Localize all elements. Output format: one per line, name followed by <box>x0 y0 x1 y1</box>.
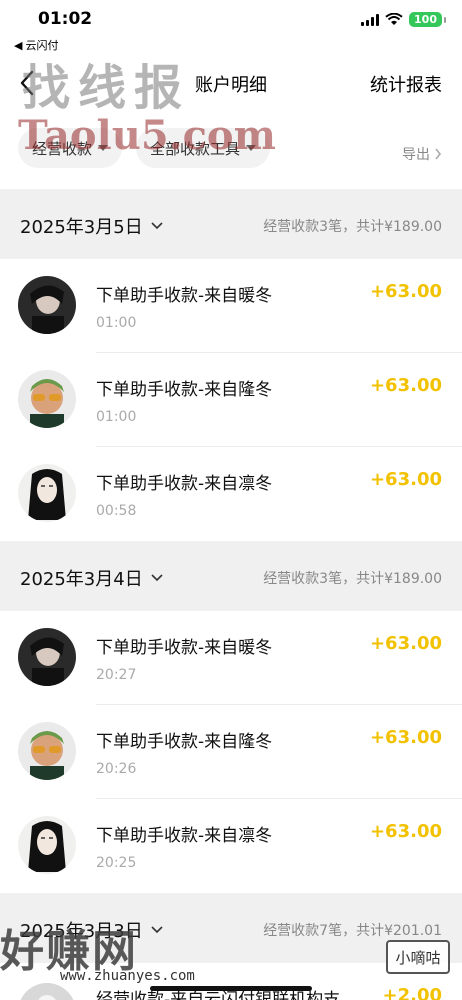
day-header[interactable]: 2025年3月5日 经营收款3笔，共计¥189.00 <box>0 189 462 259</box>
export-button[interactable]: 导出 <box>402 144 442 164</box>
row-amount: +63.00 <box>369 727 442 748</box>
chevron-down-icon <box>151 574 163 582</box>
row-title: 下单助手收款-来自凛冬 <box>96 826 273 846</box>
row-time: 20:26 <box>96 761 137 777</box>
row-title: 下单助手收款-来自暖冬 <box>96 638 273 658</box>
filter-row: 经营收款 全部收款工具 导出 <box>0 120 462 186</box>
row-amount: +63.00 <box>369 821 442 842</box>
row-amount: +63.00 <box>369 633 442 654</box>
avatar <box>18 370 76 428</box>
battery-icon: 100 <box>409 12 446 27</box>
row-title: 下单助手收款-来自隆冬 <box>96 380 273 400</box>
row-time: 01:00 <box>96 315 137 331</box>
list-item[interactable]: 下单助手收款-来自凛冬 00:58 +63.00 <box>0 447 462 541</box>
status-time: 01:02 <box>38 9 93 29</box>
chevron-right-icon <box>435 148 442 160</box>
type-filter-label: 经营收款 <box>32 139 93 158</box>
chevron-down-icon <box>151 222 163 230</box>
back-app-label: 云闪付 <box>25 39 59 52</box>
signal-icon <box>361 13 380 26</box>
row-amount: +2.00 <box>382 985 443 1000</box>
avatar <box>18 464 76 522</box>
wifi-icon <box>385 13 403 25</box>
row-time: 00:58 <box>96 503 137 519</box>
tool-filter-dropdown[interactable]: 全部收款工具 <box>136 128 271 168</box>
row-title: 下单助手收款-来自暖冬 <box>96 286 273 306</box>
nav-bar: 账户明细 统计报表 <box>0 56 462 108</box>
row-time: 20:27 <box>96 667 137 683</box>
avatar <box>18 722 76 780</box>
row-amount: +63.00 <box>369 469 442 490</box>
day-summary: 经营收款7笔，共计¥201.01 <box>263 923 442 939</box>
home-indicator[interactable] <box>150 986 312 991</box>
day-date: 2025年3月5日 <box>20 213 163 239</box>
tool-filter-label: 全部收款工具 <box>150 139 241 158</box>
status-icons: 100 <box>361 12 446 27</box>
day-summary: 经营收款3笔，共计¥189.00 <box>263 571 442 587</box>
avatar <box>18 983 76 1000</box>
type-filter-dropdown[interactable]: 经营收款 <box>18 128 123 168</box>
list-item[interactable]: 下单助手收款-来自凛冬 20:25 +63.00 <box>0 799 462 893</box>
row-time: 01:00 <box>96 409 137 425</box>
chevron-down-icon <box>151 926 163 934</box>
list-item[interactable]: 下单助手收款-来自隆冬 01:00 +63.00 <box>0 353 462 447</box>
avatar <box>18 816 76 874</box>
dropdown-arrow-icon <box>98 145 109 151</box>
list-item[interactable]: 下单助手收款-来自隆冬 20:26 +63.00 <box>0 705 462 799</box>
stats-report-button[interactable]: 统计报表 <box>370 71 442 97</box>
dropdown-arrow-icon <box>246 145 257 151</box>
back-triangle-icon: ◀ <box>14 38 23 52</box>
row-amount: +63.00 <box>369 281 442 302</box>
row-title: 下单助手收款-来自凛冬 <box>96 474 273 494</box>
day-date: 2025年3月4日 <box>20 565 163 591</box>
list-item[interactable]: 下单助手收款-来自暖冬 01:00 +63.00 <box>0 259 462 353</box>
avatar <box>18 628 76 686</box>
day-summary: 经营收款3笔，共计¥189.00 <box>263 219 442 235</box>
export-label: 导出 <box>402 147 430 163</box>
row-title: 下单助手收款-来自隆冬 <box>96 732 273 752</box>
day-header[interactable]: 2025年3月4日 经营收款3笔，共计¥189.00 <box>0 541 462 611</box>
row-time: 20:25 <box>96 855 137 871</box>
back-to-app-link[interactable]: ◀ 云闪付 <box>14 37 58 53</box>
status-bar: 01:02 100 <box>0 0 462 34</box>
watermark-bottom-url: www.zhuanyes.com <box>60 968 195 984</box>
avatar <box>18 276 76 334</box>
row-amount: +63.00 <box>369 375 442 396</box>
watermark-corner: 小嘀咕 <box>386 940 450 974</box>
list-item[interactable]: 下单助手收款-来自暖冬 20:27 +63.00 <box>0 611 462 705</box>
